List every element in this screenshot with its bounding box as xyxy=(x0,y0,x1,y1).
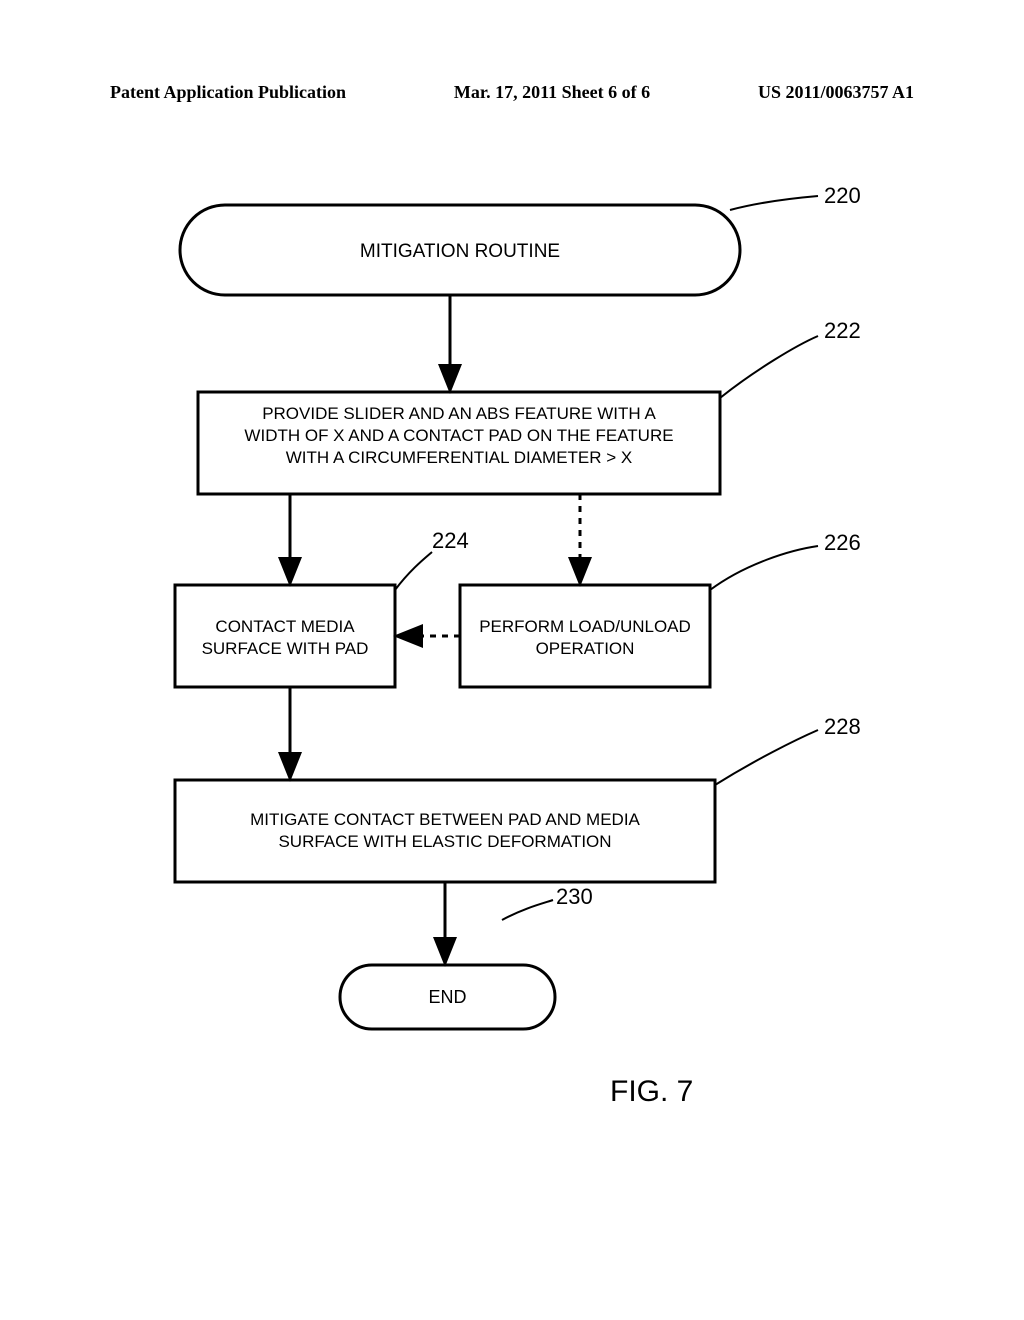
flow-step-222-label: PROVIDE SLIDER AND AN ABS FEATURE WITH A… xyxy=(198,403,720,469)
flow-end-label: END xyxy=(340,986,555,1009)
page-header: Patent Application Publication Mar. 17, … xyxy=(0,82,1024,103)
flow-start-label: MITIGATION ROUTINE xyxy=(180,240,740,265)
header-right: US 2011/0063757 A1 xyxy=(758,82,914,103)
ref-224: 224 xyxy=(432,528,469,554)
header-center: Mar. 17, 2011 Sheet 6 of 6 xyxy=(454,82,650,103)
flow-step-224-label: CONTACT MEDIA SURFACE WITH PAD xyxy=(175,616,395,660)
ref-230: 230 xyxy=(556,884,593,910)
figure-label: FIG. 7 xyxy=(610,1075,693,1109)
ref-228: 228 xyxy=(824,714,861,740)
ref-222: 222 xyxy=(824,318,861,344)
header-left: Patent Application Publication xyxy=(110,82,346,103)
ref-220: 220 xyxy=(824,183,861,209)
flow-step-228-label: MITIGATE CONTACT BETWEEN PAD AND MEDIA S… xyxy=(175,809,715,853)
flow-step-226-label: PERFORM LOAD/UNLOAD OPERATION xyxy=(460,616,710,660)
ref-226: 226 xyxy=(824,530,861,556)
